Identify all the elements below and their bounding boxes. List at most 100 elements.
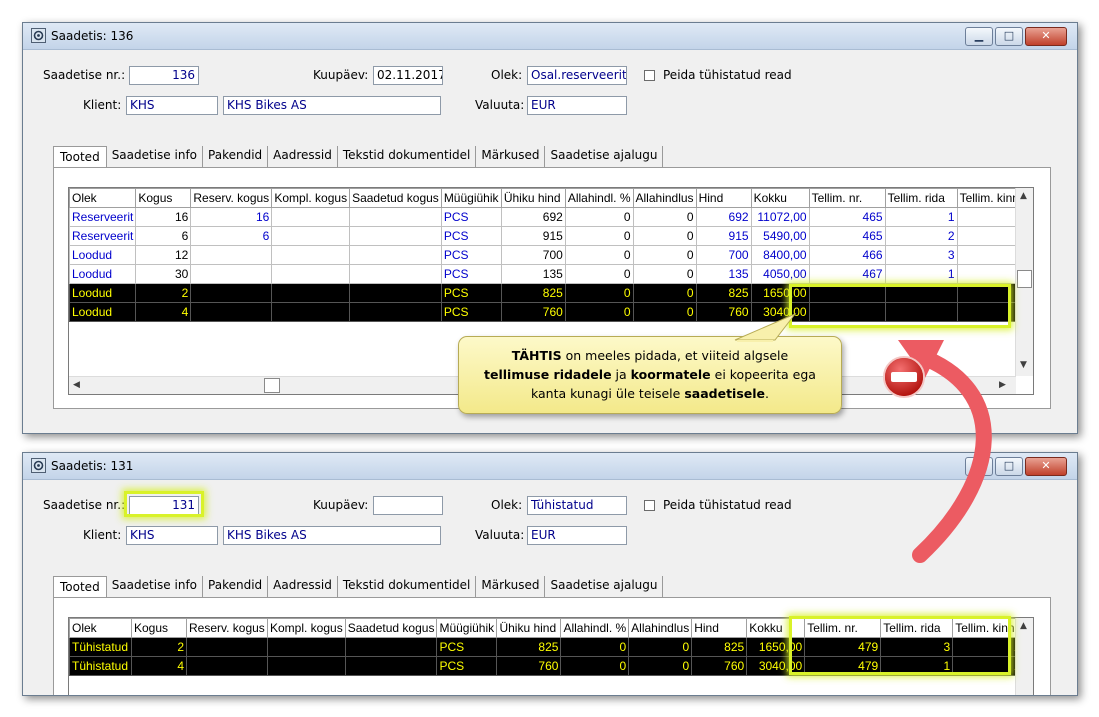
table-cell[interactable]: 0	[632, 207, 697, 227]
table-cell[interactable]: 11072,00	[750, 207, 810, 227]
table-cell[interactable]: 4	[135, 302, 192, 322]
table-cell[interactable]	[271, 302, 351, 322]
column-header[interactable]: Kogus	[135, 188, 192, 208]
table-row[interactable]: Loodud 4 PCS 760 0 0 760 3040,00	[69, 302, 1028, 322]
tab-pakendid[interactable]: Pakendid	[203, 146, 269, 168]
scroll-down-icon[interactable]: ▼	[1020, 360, 1027, 370]
table-cell[interactable]	[186, 656, 268, 676]
table-cell[interactable]: 0	[628, 656, 693, 676]
tab-saadetise-info[interactable]: Saadetise info	[107, 576, 204, 598]
table-cell[interactable]	[267, 637, 346, 657]
table-cell[interactable]: 825	[691, 637, 748, 657]
scroll-left-icon[interactable]: ◀	[73, 380, 80, 390]
table-cell[interactable]	[349, 245, 442, 265]
table-cell[interactable]: 0	[560, 656, 630, 676]
table-cell[interactable]: 915	[695, 226, 752, 246]
table-cell[interactable]: 760	[691, 656, 748, 676]
table-cell[interactable]	[808, 283, 886, 303]
table-cell[interactable]	[190, 283, 273, 303]
table-cell[interactable]: 1650,00	[746, 637, 806, 657]
tab-tooted[interactable]: Tooted	[53, 576, 107, 598]
table-cell[interactable]: 1650,00	[750, 283, 810, 303]
table-cell[interactable]: 0	[628, 637, 693, 657]
table-cell[interactable]	[190, 302, 273, 322]
table-cell[interactable]: PCS	[440, 283, 502, 303]
column-header[interactable]: Tellim. nr.	[808, 188, 886, 208]
table-cell[interactable]	[349, 207, 442, 227]
table-cell[interactable]: 1	[884, 264, 958, 284]
hide-cancelled-checkbox[interactable]	[644, 500, 655, 511]
column-header[interactable]: Tellim. nr.	[804, 618, 882, 638]
table-cell[interactable]: 5490,00	[750, 226, 810, 246]
column-header[interactable]: Ühiku hind	[496, 618, 562, 638]
title-bar[interactable]: Saadetis: 136 ▁ □ ✕	[23, 23, 1077, 50]
tab-tooted[interactable]: Tooted	[53, 146, 107, 168]
column-header[interactable]: Allahindl. %	[560, 618, 630, 638]
table-cell[interactable]: 0	[632, 226, 697, 246]
scroll-thumb[interactable]	[1017, 270, 1032, 288]
column-header[interactable]: Müügiühik	[440, 188, 502, 208]
table-cell[interactable]	[271, 283, 351, 303]
table-cell[interactable]: 760	[500, 302, 566, 322]
table-cell[interactable]	[349, 264, 442, 284]
vertical-scrollbar[interactable]: ▲	[1015, 618, 1033, 695]
column-header[interactable]: Reserv. kogus	[186, 618, 268, 638]
table-cell[interactable]	[271, 207, 351, 227]
maximize-button[interactable]: □	[995, 27, 1023, 46]
table-cell[interactable]: 479	[804, 637, 882, 657]
scroll-up-icon[interactable]: ▲	[1020, 621, 1027, 631]
table-cell[interactable]: 0	[564, 302, 634, 322]
table-cell[interactable]: 4	[131, 656, 187, 676]
table-cell[interactable]: Loodud	[69, 283, 137, 303]
table-cell[interactable]: 825	[500, 283, 566, 303]
table-cell[interactable]: 465	[808, 226, 886, 246]
currency-field[interactable]: EUR	[527, 526, 627, 545]
table-cell[interactable]: Loodud	[69, 245, 137, 265]
table-cell[interactable]: 0	[564, 264, 634, 284]
client-name-field[interactable]: KHS Bikes AS	[223, 96, 441, 115]
table-cell[interactable]	[344, 656, 438, 676]
table-cell[interactable]: 760	[695, 302, 752, 322]
table-cell[interactable]	[349, 226, 442, 246]
table-cell[interactable]: 465	[808, 207, 886, 227]
title-bar[interactable]: Saadetis: 131 ▁ □ ✕	[23, 453, 1077, 480]
table-cell[interactable]: Reserveerit	[69, 207, 137, 227]
currency-field[interactable]: EUR	[527, 96, 627, 115]
table-cell[interactable]	[349, 302, 442, 322]
status-field[interactable]: Osal.reserveeritud	[527, 66, 627, 85]
tab-tekstid-dokumentidel[interactable]: Tekstid dokumentidel	[338, 576, 477, 598]
table-cell[interactable]: Loodud	[69, 264, 137, 284]
client-code-field[interactable]: KHS	[126, 96, 218, 115]
scroll-up-icon[interactable]: ▲	[1020, 191, 1027, 201]
column-header[interactable]: Kokku	[746, 618, 806, 638]
column-header[interactable]: Saadetud kogus	[349, 188, 442, 208]
table-cell[interactable]: PCS	[440, 264, 502, 284]
table-cell[interactable]	[344, 637, 438, 657]
table-cell[interactable]: 0	[564, 245, 634, 265]
tab-aadressid[interactable]: Aadressid	[268, 146, 338, 168]
column-header[interactable]: Kogus	[131, 618, 187, 638]
table-cell[interactable]: 0	[564, 207, 634, 227]
tab-markused[interactable]: Märkused	[476, 146, 546, 168]
table-cell[interactable]: 0	[632, 283, 697, 303]
status-field[interactable]: Tühistatud	[527, 496, 627, 515]
table-cell[interactable]	[271, 245, 351, 265]
table-cell[interactable]	[190, 264, 273, 284]
table-cell[interactable]: 3	[884, 245, 958, 265]
tab-aadressid[interactable]: Aadressid	[268, 576, 338, 598]
table-cell[interactable]: 6	[190, 226, 273, 246]
column-header[interactable]: Kompl. kogus	[267, 618, 346, 638]
column-header[interactable]: Allahindl. %	[564, 188, 634, 208]
column-header[interactable]: Saadetud kogus	[344, 618, 438, 638]
table-cell[interactable]: 0	[632, 264, 697, 284]
vertical-scrollbar[interactable]: ▲ ▼	[1015, 188, 1033, 376]
table-cell[interactable]: PCS	[440, 226, 502, 246]
column-header[interactable]: Hind	[695, 188, 752, 208]
table-cell[interactable]: 700	[695, 245, 752, 265]
minimize-button[interactable]: ▁	[965, 27, 993, 46]
maximize-button[interactable]: □	[995, 457, 1023, 476]
table-cell[interactable]: 6	[135, 226, 192, 246]
tab-markused[interactable]: Märkused	[476, 576, 546, 598]
tab-saadetise-ajalugu[interactable]: Saadetise ajalugu	[545, 146, 664, 168]
date-field[interactable]: 02.11.2017	[373, 66, 443, 85]
